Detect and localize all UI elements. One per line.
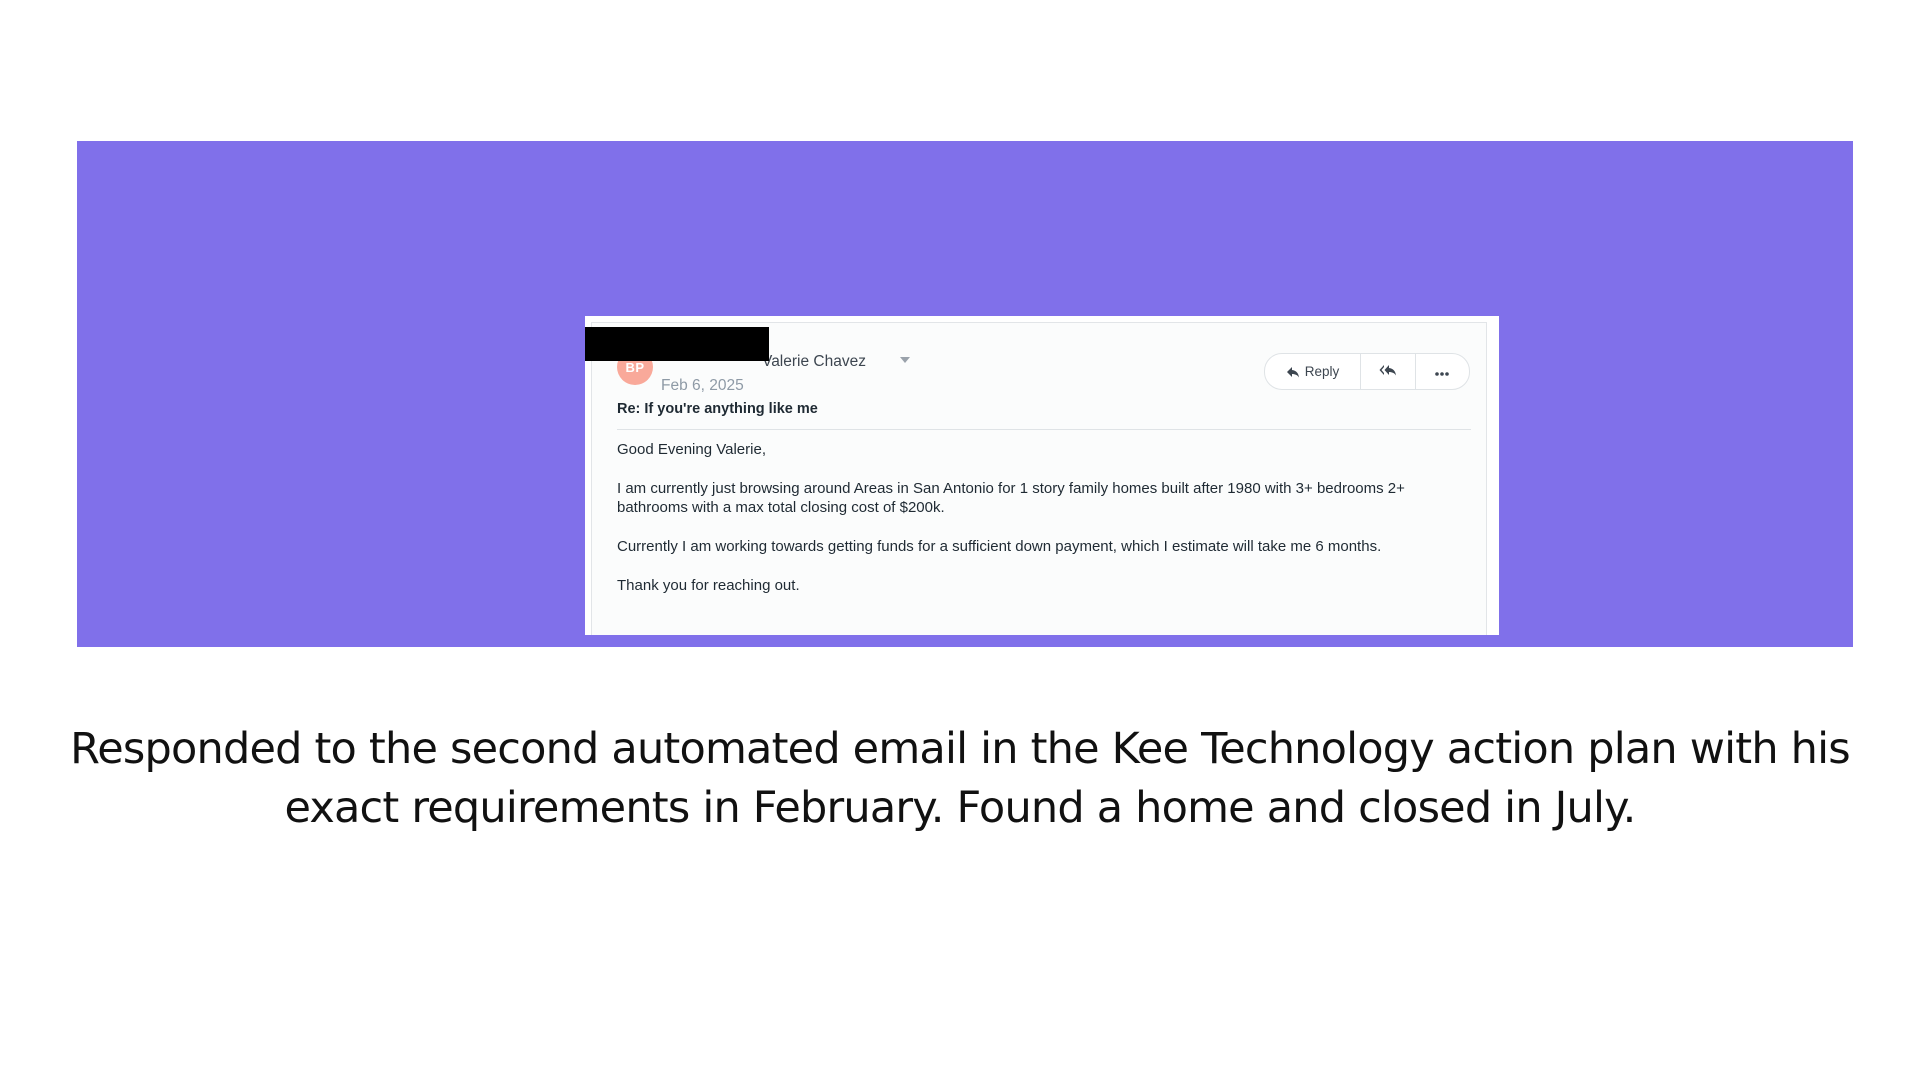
slide: BP Valerie Chavez Feb 6, 2025 Reply Re: … [0,0,1920,1080]
email-paragraph: I am currently just browsing around Area… [617,480,1405,516]
email-body: Good Evening Valerie, I am currently jus… [617,440,1447,615]
more-icon [1435,364,1450,379]
banner-background: BP Valerie Chavez Feb 6, 2025 Reply Re: … [77,141,1853,647]
reply-button[interactable]: Reply [1265,354,1362,389]
reply-icon [1286,366,1300,378]
reply-all-icon [1379,364,1397,379]
email-paragraph: Currently I am working towards getting f… [617,538,1382,555]
chevron-down-icon[interactable] [900,357,910,363]
email-action-bar: Reply [1264,353,1470,390]
email-greeting: Good Evening Valerie, [617,441,766,458]
reply-label: Reply [1304,364,1340,379]
email-closing: Thank you for reaching out. [617,577,800,594]
email-screenshot: BP Valerie Chavez Feb 6, 2025 Reply Re: … [585,316,1499,635]
more-options-button[interactable] [1416,354,1469,389]
email-subject: Re: If you're anything like me [617,401,818,417]
header-divider [617,429,1471,430]
sent-date: Feb 6, 2025 [661,377,744,394]
email-message: BP Valerie Chavez Feb 6, 2025 Reply Re: … [591,322,1487,635]
reply-all-button[interactable] [1361,354,1416,389]
redaction-bar [585,327,769,361]
sender-name[interactable]: Valerie Chavez [762,353,866,371]
slide-caption: Responded to the second automated email … [70,724,1851,833]
